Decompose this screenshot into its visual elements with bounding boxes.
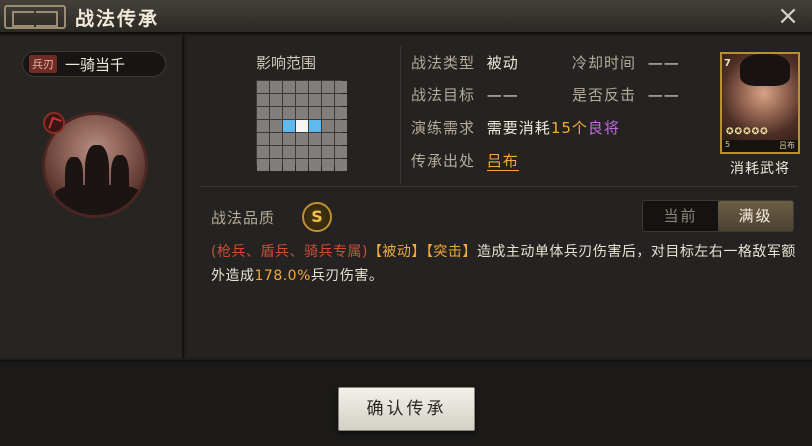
range-cell [309, 107, 321, 119]
quality-grade-badge: S [302, 202, 332, 232]
drill-item: 良将 [587, 119, 620, 137]
range-cell-self [296, 120, 308, 132]
source-row: 传承出处 吕布 [411, 152, 519, 171]
general-cost: 7 [724, 58, 731, 69]
range-cell [322, 107, 334, 119]
range-cell [296, 94, 308, 106]
range-cell [257, 159, 269, 171]
range-cell [322, 146, 334, 158]
range-cell [257, 81, 269, 93]
range-cell [257, 146, 269, 158]
range-cell-target [309, 120, 321, 132]
skill-type-row: 战法类型 被动 [411, 54, 519, 72]
divider [200, 186, 798, 187]
range-cell [257, 107, 269, 119]
skill-target-value: —— [486, 86, 519, 104]
range-cell [270, 120, 282, 132]
consume-general-label: 消耗武将 [730, 161, 790, 177]
max-level-tab[interactable]: 满级 [718, 201, 793, 231]
range-cell [283, 81, 295, 93]
drill-requirement-row: 演练需求 需要消耗15个良将 [411, 119, 620, 137]
range-cell [335, 94, 347, 106]
range-cell [283, 133, 295, 145]
range-cell [335, 146, 347, 158]
range-cell [322, 159, 334, 171]
range-cell [270, 146, 282, 158]
cooldown-value: —— [647, 54, 680, 72]
range-cell [270, 81, 282, 93]
title-bar: 战法传承 × [0, 0, 812, 34]
current-level-tab[interactable]: 当前 [643, 201, 718, 231]
close-icon[interactable]: × [774, 3, 802, 31]
range-cell [309, 94, 321, 106]
range-cell [270, 94, 282, 106]
skill-target-row: 战法目标 —— [411, 86, 519, 104]
assault-tag: 【突击】 [425, 244, 477, 260]
star-icon: ✪✪✪✪✪ [726, 127, 769, 137]
range-cell [309, 81, 321, 93]
range-cell-target [283, 120, 295, 132]
quality-label: 战法品质 [211, 209, 276, 227]
confirm-inherit-button[interactable]: 确认传承 [338, 387, 475, 431]
range-cell [257, 133, 269, 145]
source-general-link[interactable]: 吕布 [486, 152, 519, 171]
counter-row: 是否反击 —— [572, 86, 680, 104]
range-cell [309, 133, 321, 145]
range-cell [270, 133, 282, 145]
divider [400, 46, 401, 184]
range-cell [322, 81, 334, 93]
troop-type-badge: 兵刃 [29, 55, 57, 73]
range-cell [335, 133, 347, 145]
range-cell [335, 120, 347, 132]
range-cell [296, 146, 308, 158]
range-cell [283, 159, 295, 171]
range-cell [257, 120, 269, 132]
damage-rate: 178.0% [254, 268, 311, 284]
range-cell [296, 159, 308, 171]
range-cell [296, 133, 308, 145]
range-label: 影响范围 [256, 54, 317, 72]
general-level: 5 [725, 140, 731, 149]
range-cell [309, 159, 321, 171]
counter-value: —— [647, 86, 680, 104]
range-cell [335, 81, 347, 93]
range-cell [283, 107, 295, 119]
range-cell [270, 107, 282, 119]
cooldown-row: 冷却时间 —— [572, 54, 680, 72]
troop-restriction: (枪兵、盾兵、骑兵专属) [211, 244, 368, 260]
range-cell [322, 94, 334, 106]
range-cell [335, 159, 347, 171]
skill-name: 一骑当千 [65, 55, 126, 74]
range-cell [335, 107, 347, 119]
window-title: 战法传承 [75, 8, 160, 30]
passive-tag: 【被动】 [367, 244, 426, 260]
skill-description: (枪兵、盾兵、骑兵专属)【被动】【突击】造成主动单体兵刃伤害后，对目标左右一格敌… [211, 244, 796, 284]
range-grid [256, 80, 347, 171]
blade-icon [43, 112, 65, 134]
range-cell [309, 146, 321, 158]
general-card[interactable]: 7 ✪✪✪✪✪ 5 吕布 [720, 52, 800, 154]
level-toggle: 当前 满级 [642, 200, 794, 232]
skill-type-value: 被动 [486, 54, 519, 72]
range-cell [270, 159, 282, 171]
range-cell [283, 94, 295, 106]
drill-count: 15个 [550, 119, 588, 137]
title-ornament-icon [4, 5, 66, 29]
range-cell [296, 81, 308, 93]
range-cell [257, 94, 269, 106]
range-cell [296, 107, 308, 119]
skill-tag: 兵刃 一骑当千 [22, 51, 166, 77]
general-name: 吕布 [779, 141, 795, 150]
range-cell [322, 120, 334, 132]
range-cell [283, 146, 295, 158]
range-cell [322, 133, 334, 145]
